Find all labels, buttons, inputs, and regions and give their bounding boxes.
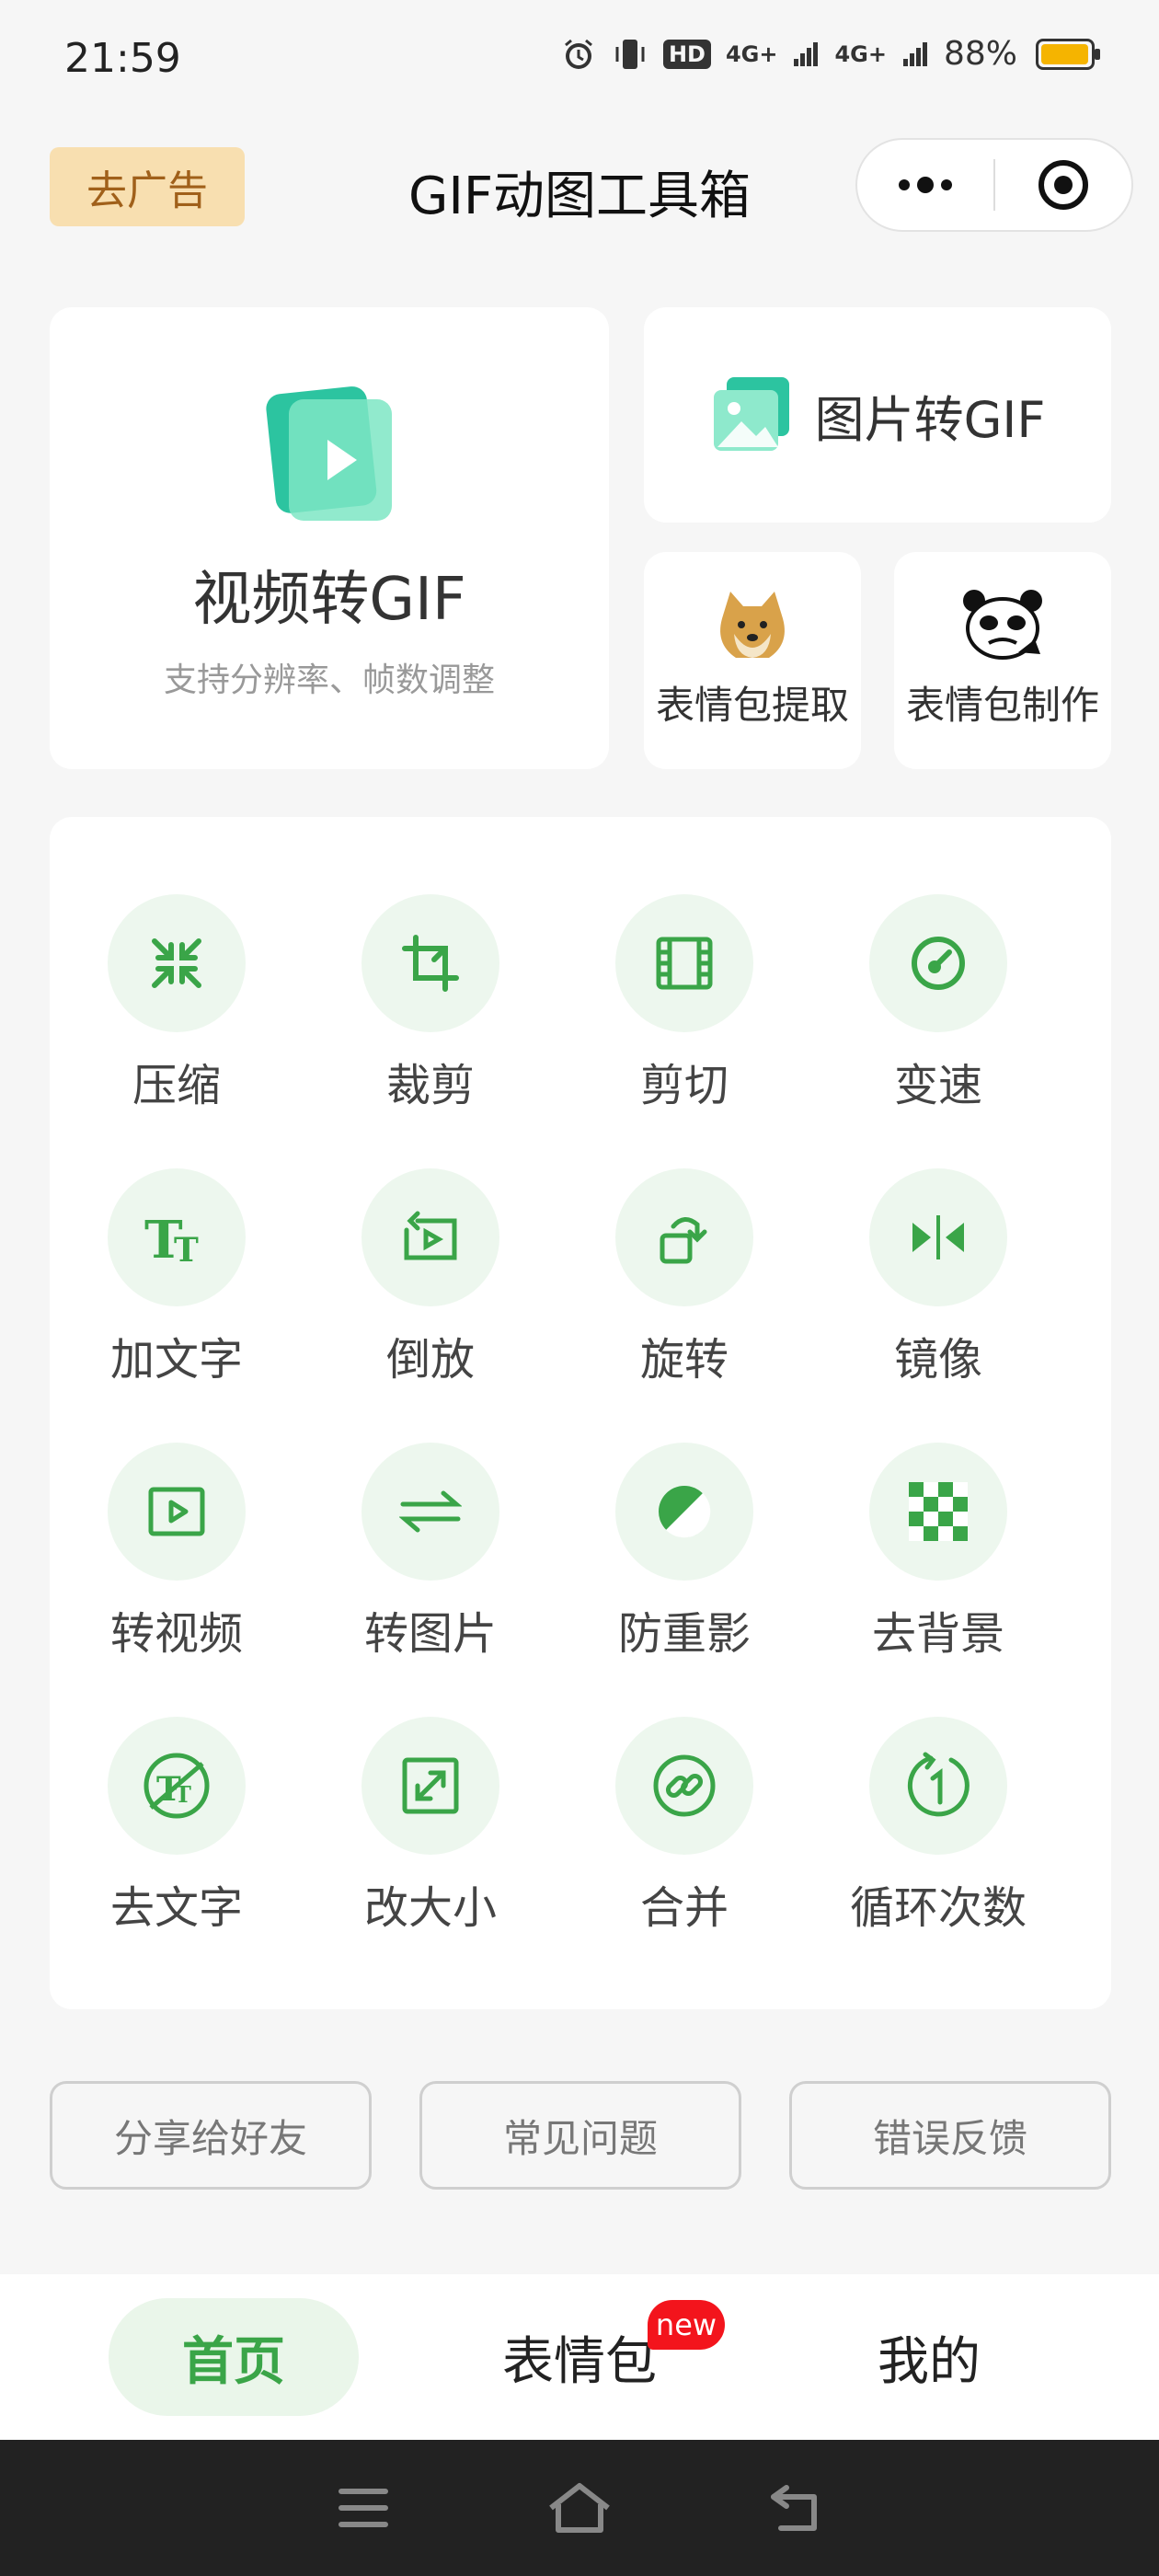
emoji-make-label: 表情包制作 bbox=[905, 683, 1099, 728]
contrast-icon bbox=[659, 1486, 711, 1538]
video-to-gif-title: 视频转GIF bbox=[192, 566, 466, 634]
tool-label: 防重影 bbox=[617, 1608, 751, 1660]
tool-merge[interactable]: 合并 bbox=[557, 1717, 811, 1936]
film-icon bbox=[656, 937, 713, 990]
tab-mine[interactable]: 我的 bbox=[809, 2274, 1049, 2440]
image-to-gif-card[interactable]: 图片转GIF bbox=[644, 307, 1111, 523]
signal2-icon bbox=[902, 41, 927, 66]
compress-icon bbox=[152, 938, 201, 988]
tool-speed[interactable]: 变速 bbox=[811, 894, 1065, 1113]
battery-icon bbox=[1036, 38, 1100, 70]
emoji-extract-card[interactable]: 表情包提取 bbox=[644, 552, 861, 769]
rotate-icon bbox=[660, 1217, 707, 1264]
signal1-label: 4G+ bbox=[725, 40, 778, 67]
tool-label: 裁剪 bbox=[385, 1060, 475, 1111]
tool-label: 镜像 bbox=[893, 1334, 982, 1386]
tool-label: 改大小 bbox=[363, 1882, 497, 1934]
video-icon bbox=[148, 1487, 205, 1536]
emoji-make-card[interactable]: 表情包制作 bbox=[894, 552, 1111, 769]
image-icon bbox=[713, 377, 789, 451]
tool-add-text[interactable]: TT 加文字 bbox=[50, 1168, 304, 1387]
link-icon bbox=[653, 1754, 716, 1817]
alarm-icon bbox=[564, 39, 592, 69]
tab-home[interactable]: 首页 bbox=[109, 2298, 359, 2416]
doge-icon bbox=[720, 592, 785, 658]
reverse-icon bbox=[404, 1211, 457, 1260]
close-miniprogram-button[interactable] bbox=[995, 140, 1131, 230]
signal2-label: 4G+ bbox=[834, 40, 887, 67]
tool-label: 变速 bbox=[893, 1060, 982, 1111]
signal1-icon bbox=[794, 41, 819, 66]
miniprogram-capsule bbox=[855, 138, 1133, 232]
tab-bar: 首页 表情包 我的 bbox=[0, 2274, 1159, 2440]
share-button[interactable]: 分享给好友 bbox=[50, 2081, 372, 2190]
status-time: 21:59 bbox=[64, 35, 181, 82]
new-badge: new bbox=[648, 2300, 725, 2350]
tool-reverse[interactable]: 倒放 bbox=[304, 1168, 557, 1387]
video-to-gif-card[interactable]: 视频转GIF 支持分辨率、帧数调整 bbox=[50, 307, 609, 769]
faq-button[interactable]: 常见问题 bbox=[419, 2081, 741, 2190]
more-button[interactable] bbox=[857, 140, 993, 230]
speed-icon bbox=[912, 937, 965, 990]
tool-label: 转图片 bbox=[363, 1608, 497, 1660]
tools-panel: 压缩 裁剪 剪切 变速 TT 加文字 倒放 旋转 镜像 转视频 转图片 防重影 bbox=[50, 817, 1111, 2009]
tool-rotate[interactable]: 旋转 bbox=[557, 1168, 811, 1387]
back-icon[interactable] bbox=[768, 2482, 823, 2534]
tool-label: 去背景 bbox=[871, 1608, 1004, 1660]
tool-cut[interactable]: 剪切 bbox=[557, 894, 811, 1113]
tool-compress[interactable]: 压缩 bbox=[50, 894, 304, 1113]
svg-text:T: T bbox=[174, 1231, 199, 1267]
target-icon bbox=[1039, 160, 1088, 210]
tool-label: 合并 bbox=[639, 1882, 729, 1934]
crop-icon bbox=[402, 935, 459, 992]
tool-label: 倒放 bbox=[385, 1334, 475, 1386]
tool-mirror[interactable]: 镜像 bbox=[811, 1168, 1065, 1387]
battery-percent: 88% bbox=[943, 35, 1017, 73]
remove-text-icon: TT bbox=[143, 1753, 210, 1819]
tool-crop[interactable]: 裁剪 bbox=[304, 894, 557, 1113]
checker-icon bbox=[909, 1482, 968, 1541]
more-dots-icon bbox=[899, 177, 952, 193]
resize-icon bbox=[402, 1757, 459, 1814]
panda-icon bbox=[963, 590, 1042, 660]
vibrate-icon bbox=[615, 39, 645, 69]
tool-label: 转视频 bbox=[109, 1608, 243, 1660]
hd-icon: HD bbox=[662, 39, 711, 69]
mirror-icon bbox=[912, 1215, 964, 1259]
loop-icon bbox=[907, 1752, 970, 1817]
status-icons: HD 4G+ 4G+ 88% bbox=[560, 35, 1100, 73]
home-icon[interactable] bbox=[547, 2482, 612, 2534]
tool-label: 压缩 bbox=[132, 1060, 221, 1111]
feedback-button[interactable]: 错误反馈 bbox=[789, 2081, 1111, 2190]
text-icon: TT bbox=[144, 1210, 199, 1267]
swap-icon bbox=[399, 1490, 462, 1533]
menu-icon[interactable] bbox=[336, 2486, 391, 2530]
tool-loop-count[interactable]: 循环次数 bbox=[811, 1717, 1065, 1936]
tool-to-image[interactable]: 转图片 bbox=[304, 1443, 557, 1662]
tool-label: 循环次数 bbox=[849, 1882, 1027, 1934]
emoji-extract-label: 表情包提取 bbox=[655, 683, 849, 728]
system-nav-bar bbox=[0, 2440, 1159, 2576]
battery-fill bbox=[1041, 43, 1089, 64]
tool-label: 剪切 bbox=[639, 1060, 729, 1111]
video-to-gif-subtitle: 支持分辨率、帧数调整 bbox=[163, 661, 495, 699]
tool-anti-ghost[interactable]: 防重影 bbox=[557, 1443, 811, 1662]
tool-resize[interactable]: 改大小 bbox=[304, 1717, 557, 1936]
tool-label: 去文字 bbox=[109, 1882, 243, 1934]
image-to-gif-title: 图片转GIF bbox=[814, 390, 1046, 449]
tool-label: 加文字 bbox=[109, 1334, 243, 1386]
tool-remove-bg[interactable]: 去背景 bbox=[811, 1443, 1065, 1662]
tab-emoji[interactable]: 表情包 bbox=[460, 2274, 699, 2440]
tool-to-video[interactable]: 转视频 bbox=[50, 1443, 304, 1662]
video-play-icon bbox=[266, 386, 392, 521]
tool-label: 旋转 bbox=[639, 1334, 729, 1386]
tool-remove-text[interactable]: TT 去文字 bbox=[50, 1717, 304, 1936]
